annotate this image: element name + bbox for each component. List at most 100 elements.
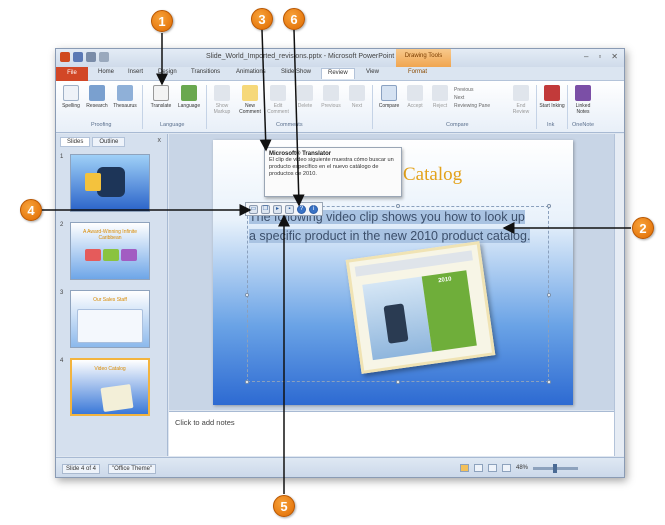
edit-comment-button[interactable]: Edit Comment [265,85,291,115]
slide-show-icon[interactable] [502,464,511,472]
status-bar: Slide 4 of 4 "Office Theme" 48% [56,457,624,477]
reject-icon [432,85,448,101]
resize-handle[interactable] [547,380,551,384]
new-comment-button[interactable]: New Comment [237,85,263,115]
tab-review[interactable]: Review [321,68,355,79]
info-icon[interactable]: i [309,204,318,214]
thumb-accent-graphic [85,173,101,191]
delete-comment-button[interactable]: Delete [292,85,318,109]
powerpoint-logo-icon[interactable] [60,52,70,62]
end-review-icon [513,85,529,101]
play-icon[interactable]: ▸ [273,204,282,214]
redo-icon[interactable] [99,52,109,62]
language-button[interactable]: Language [176,85,202,109]
maximize-button[interactable]: ▫ [598,52,601,61]
tab-insert[interactable]: Insert [128,69,143,75]
group-separator [372,85,373,129]
pane-close-icon[interactable]: x [158,137,162,144]
previous-comment-button[interactable]: Previous [318,85,344,109]
resize-handle[interactable] [245,293,249,297]
tab-outline[interactable]: Outline [92,137,126,147]
next-comment-button[interactable]: Next [344,85,370,109]
slide-thumbnail-3[interactable]: Our Sales Staff [70,290,150,348]
tab-home[interactable]: Home [98,69,114,75]
picture-right-panel: 2010 [421,270,477,352]
stop-icon[interactable]: ▪ [285,204,294,214]
tab-animations[interactable]: Animations [236,69,266,75]
zoom-slider[interactable] [533,463,579,473]
accept-icon [407,85,423,101]
compare-previous[interactable]: Previous [454,86,490,94]
close-button[interactable]: ✕ [611,52,618,61]
tab-slides[interactable]: Slides [60,137,91,147]
zoom-slider-thumb[interactable] [553,463,558,473]
undo-icon[interactable] [86,52,96,62]
expand-icon[interactable]: ▭ [249,204,258,214]
catalog-picture[interactable]: 2010 [345,241,496,374]
slide-number: 2 [60,222,64,228]
research-button[interactable]: Research [84,85,110,109]
window-controls: – ▫ ✕ [584,52,618,61]
onenote-icon [575,85,591,101]
tab-file[interactable]: File [56,67,88,81]
resize-handle[interactable] [245,380,249,384]
thumb-table [77,309,143,343]
thumb-box [103,249,119,261]
compare-next[interactable]: Next [454,94,490,102]
group-separator [142,85,143,129]
accept-button[interactable]: Accept [402,85,428,109]
group-label-language: Language [160,122,185,128]
resize-handle[interactable] [396,380,400,384]
tab-format[interactable]: Format [408,69,427,75]
thumb-title: Our Sales Staff [93,297,127,303]
zoom-level[interactable]: 48% [516,465,528,471]
slide-number: 4 [60,358,64,364]
reviewing-pane-toggle[interactable]: Reviewing Pane [454,102,490,110]
spelling-button[interactable]: Spelling [58,85,84,109]
mini-translator-tooltip: Microsoft® Translator El clip de video s… [264,147,402,197]
reject-button[interactable]: Reject [427,85,453,109]
slide-thumbnail-2[interactable]: A Award-Winning Infinite Caribbean [70,222,150,280]
document-title: Slide_World_Imported_revisions.pptx - Mi… [206,53,395,60]
tab-slide-show[interactable]: Slide Show [281,69,311,75]
notes-pane[interactable]: Click to add notes [169,411,614,456]
thesaurus-button[interactable]: Thesaurus [112,85,138,109]
new-comment-icon [242,85,258,101]
ribbon-tabs: File Home Insert Design Transitions Anim… [56,67,624,81]
slide-sorter-icon[interactable] [474,464,483,472]
language-icon [181,85,197,101]
quick-access-toolbar [60,52,109,62]
thumb-box [85,249,101,261]
help-icon[interactable]: ? [297,204,306,214]
pane-tabs: Slides Outline [60,137,126,147]
group-label-comments: Comments [276,122,303,128]
tab-design[interactable]: Design [158,69,177,75]
resize-handle[interactable] [547,293,551,297]
start-inking-button[interactable]: Start Inking [539,85,565,109]
reading-view-icon[interactable] [488,464,497,472]
thumb-title: Video Catalog [94,366,126,372]
show-markup-button[interactable]: Show Markup [209,85,235,115]
resize-handle[interactable] [547,204,551,208]
minimize-button[interactable]: – [584,52,588,61]
normal-view-icon[interactable] [460,464,469,472]
group-label-onenote: OneNote [572,122,595,128]
group-separator [567,85,568,129]
theme-name[interactable]: "Office Theme" [108,464,157,474]
group-label-ink: Ink [547,122,555,128]
translate-button[interactable]: Translate [148,85,174,109]
linked-notes-button[interactable]: Linked Notes [570,85,596,115]
tab-transitions[interactable]: Transitions [191,69,220,75]
end-review-button[interactable]: End Review [508,85,534,115]
slide-title[interactable]: Catalog [403,164,462,186]
save-icon[interactable] [73,52,83,62]
copy-icon[interactable]: ❐ [261,204,270,214]
slide-thumbnail-4[interactable]: Video Catalog [70,358,150,416]
callout-6: 6 [283,8,305,30]
vertical-scrollbar[interactable] [614,134,624,456]
powerpoint-window: Slide_World_Imported_revisions.pptx - Mi… [55,48,625,478]
slide-thumbnail-1[interactable] [70,154,150,212]
compare-button[interactable]: Compare [376,85,402,109]
tab-view[interactable]: View [366,69,379,75]
slide-counter: Slide 4 of 4 [62,464,101,474]
